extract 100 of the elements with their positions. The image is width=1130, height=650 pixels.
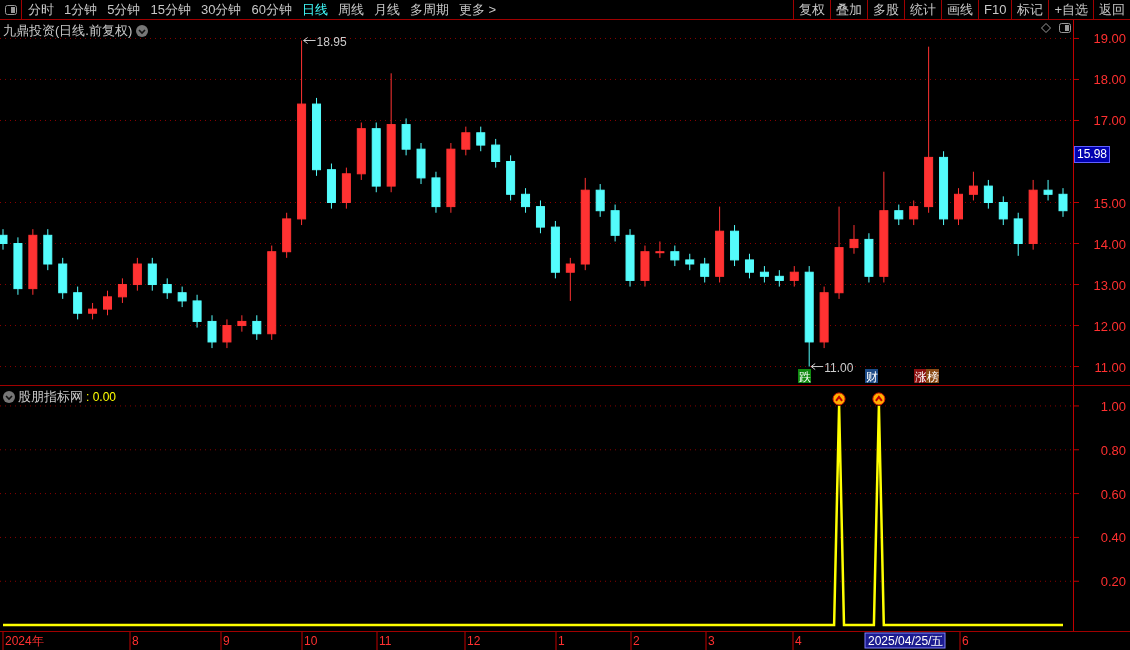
candle: [521, 187, 531, 214]
period-tab[interactable]: 月线: [373, 0, 400, 20]
candle: [461, 126, 471, 156]
candle: [595, 183, 605, 218]
candle: [222, 318, 232, 349]
toolbar-button[interactable]: 多股: [867, 0, 904, 19]
toolbar-button[interactable]: 画线: [941, 0, 978, 19]
date-label: 1: [558, 634, 565, 648]
candle: [535, 199, 545, 234]
dropdown-icon[interactable]: [136, 24, 149, 37]
candle: [431, 171, 441, 214]
date-label: 10: [304, 634, 318, 648]
axis-label: 11.00: [1094, 359, 1126, 375]
axis-label: 14.00: [1093, 236, 1126, 252]
candle: [103, 290, 112, 316]
candle: [730, 224, 740, 267]
candle: [998, 195, 1008, 226]
candle: [849, 224, 859, 255]
candle: [192, 294, 202, 329]
period-tab[interactable]: 分时: [28, 0, 54, 20]
period-tab[interactable]: 日线: [301, 0, 328, 20]
toolbar-button[interactable]: 标记: [1011, 0, 1049, 19]
toolbar-button[interactable]: 统计: [904, 0, 941, 19]
toolbar-button[interactable]: 叠加: [830, 0, 867, 19]
toolbar-button[interactable]: 返回: [1093, 0, 1130, 19]
candle: [252, 314, 262, 341]
candle: [88, 302, 98, 320]
axis-label: 17.00: [1093, 113, 1126, 129]
leader-arrow: [303, 37, 317, 44]
candle: [625, 228, 635, 288]
candle: [983, 179, 993, 210]
panel-toggle-icon[interactable]: [4, 4, 17, 15]
date-label: 3: [708, 634, 715, 648]
axis-label: 15.00: [1093, 195, 1126, 211]
axis-label: 13.00: [1093, 277, 1126, 293]
candle: [819, 286, 829, 349]
candle: [1043, 179, 1053, 201]
period-tab[interactable]: 1分钟: [64, 0, 98, 20]
axis-label: 0.40: [1100, 530, 1126, 546]
candle: [745, 253, 754, 279]
candle: [565, 257, 575, 302]
candle: [28, 228, 38, 296]
candle: [789, 265, 799, 288]
candle: [207, 314, 217, 349]
candle: [610, 204, 620, 242]
indicator-value: : 0.00: [86, 388, 117, 406]
candle: [506, 154, 516, 201]
date-label: 4: [795, 634, 802, 648]
candle: [416, 142, 426, 185]
candle: [401, 117, 411, 156]
candle: [58, 257, 68, 300]
candle: [1013, 212, 1023, 257]
toolbar-button[interactable]: 复权: [793, 0, 830, 19]
period-tab[interactable]: 15分钟: [150, 0, 191, 20]
candle: [1058, 187, 1068, 218]
candle: [670, 245, 680, 267]
candle: [894, 204, 904, 226]
candle: [326, 163, 336, 210]
period-tab[interactable]: 60分钟: [251, 0, 292, 20]
candle: [685, 253, 695, 271]
date-label: 11: [379, 634, 392, 648]
period-tab[interactable]: 5分钟: [107, 0, 141, 20]
candle: [954, 187, 963, 226]
candle: [356, 122, 366, 181]
axis-label: 18.00: [1093, 72, 1126, 88]
leader-arrow: [810, 363, 824, 371]
candle: [655, 240, 665, 259]
axis-label: 1.00: [1100, 398, 1126, 414]
candle: [759, 265, 769, 283]
diamond-icon[interactable]: [1041, 23, 1051, 33]
toolbar-button[interactable]: +自选: [1048, 0, 1093, 19]
extreme-price-label: 11.00: [824, 360, 854, 375]
axis-label: 12.00: [1093, 318, 1126, 334]
period-tab[interactable]: 周线: [337, 0, 364, 20]
candle: [147, 257, 157, 292]
date-label: 9: [223, 634, 230, 648]
candle: [491, 138, 501, 169]
event-badge[interactable]: 财: [865, 369, 878, 384]
toolbar-button[interactable]: F10: [978, 0, 1012, 19]
event-badge[interactable]: 跌: [798, 369, 811, 384]
axis-label: 0.80: [1100, 442, 1126, 458]
candle: [371, 122, 381, 193]
candle: [0, 228, 8, 251]
extreme-price-label: 18.95: [316, 34, 347, 49]
candle: [550, 220, 560, 279]
date-label: 8: [132, 634, 139, 648]
dropdown-icon[interactable]: [3, 390, 15, 403]
indicator-name: 股朋指标网: [18, 388, 83, 406]
current-price-label: 15.98: [1074, 146, 1111, 163]
candle: [446, 142, 456, 214]
event-badge[interactable]: 榜: [926, 369, 939, 384]
period-tab[interactable]: 30分钟: [200, 0, 242, 20]
candle: [132, 257, 142, 292]
panel-toggle-icon[interactable]: [1059, 23, 1071, 33]
period-tab[interactable]: 更多 >: [458, 0, 497, 20]
cursor-date-label: 2025/04/25/五: [864, 632, 946, 649]
candle: [640, 245, 650, 288]
candle: [177, 286, 187, 308]
period-tab[interactable]: 多周期: [409, 0, 449, 20]
candle: [909, 199, 919, 226]
